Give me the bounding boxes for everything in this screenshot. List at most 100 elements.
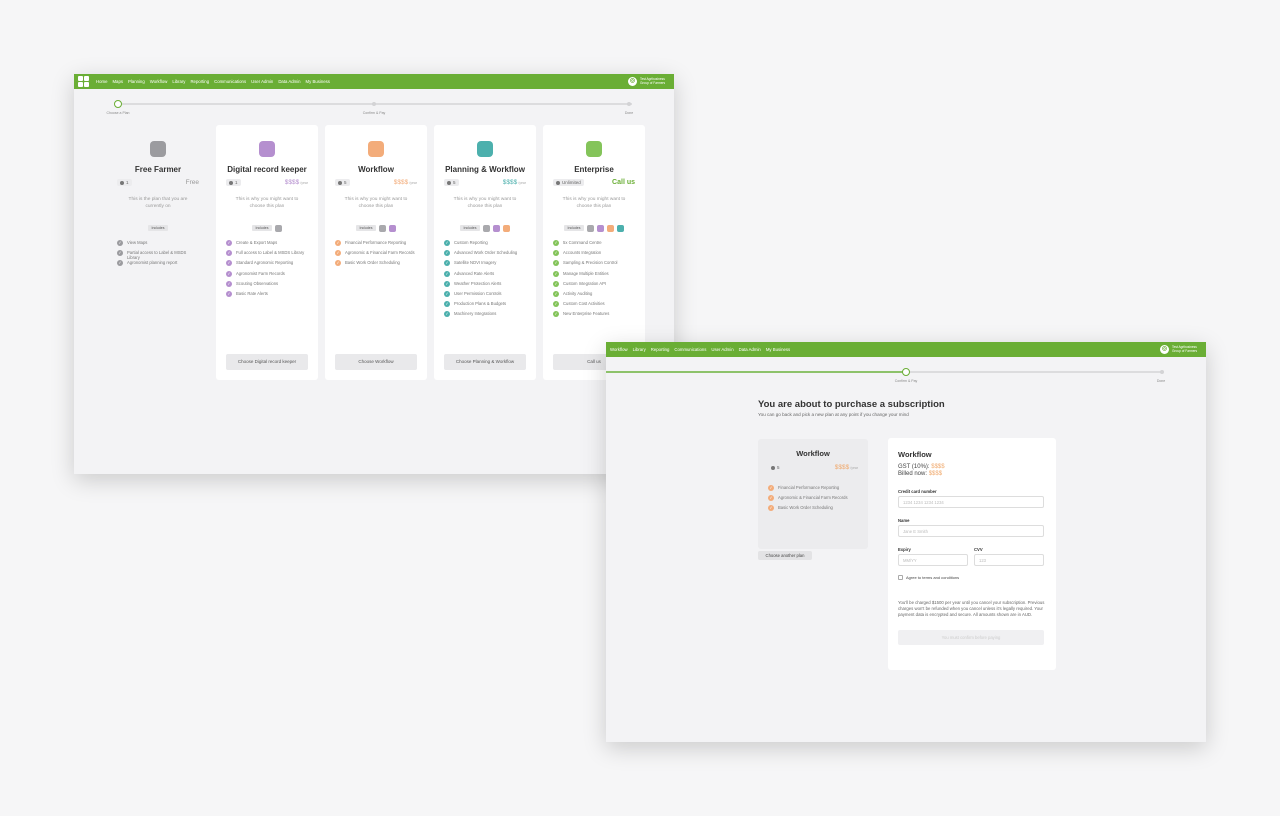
nav-link-communications[interactable]: Communications [674, 347, 706, 352]
feature-label: Basic Rate Alerts [236, 290, 268, 296]
feature-item: ✓ Custom Cost Activities [553, 301, 635, 311]
nav-link-user-admin[interactable]: User Admin [711, 347, 733, 352]
plan-price-period: /year [518, 181, 526, 185]
plan-icon [150, 141, 166, 157]
user-count: 5 [453, 180, 456, 185]
included-plan-icon [492, 224, 500, 232]
feature-label: Custom Reporting [454, 240, 488, 245]
plan-card: Free Farmer 1 Free This is the plan that yo… [107, 125, 209, 380]
plan-price-value: Call us [612, 179, 635, 186]
plan-price: Call us [612, 179, 635, 186]
check-icon: ✓ [444, 270, 450, 277]
check-icon: ✓ [768, 505, 774, 512]
expiry-col: Expiry MM/YY [898, 537, 968, 566]
summary-features: ✓ Financial Performance Reporting ✓ Agronom… [768, 485, 858, 516]
included-plan-icon [274, 224, 282, 232]
nav-link-reporting[interactable]: Reporting [190, 79, 209, 84]
check-icon: ✓ [226, 280, 232, 287]
gst-line: GST (10%): $$$$ [898, 464, 1046, 470]
check-icon: ✓ [226, 250, 232, 257]
nav-link-library[interactable]: Library [172, 79, 185, 84]
user-count-chip: 5 [768, 464, 783, 471]
user-count: 1 [235, 180, 238, 185]
includes-row: Includes [434, 224, 536, 232]
check-icon: ✓ [226, 270, 232, 277]
includes-row: Includes [543, 224, 645, 232]
nav-link-library[interactable]: Library [633, 347, 646, 352]
feature-label: Financial Performance Reporting [345, 240, 407, 245]
summary-plan-name: Workflow [796, 449, 830, 458]
terms-row[interactable]: Agree to terms and conditions [898, 575, 1046, 580]
feature-label: Advanced Work Order Scheduling [454, 250, 518, 256]
feature-item: ✓ View Maps [117, 240, 199, 250]
expiry-input[interactable]: MM/YY [898, 554, 968, 566]
nav-link-reporting[interactable]: Reporting [651, 347, 670, 352]
feature-label: Full access to Label & MSDS Library [236, 250, 305, 256]
nav-link-planning[interactable]: Planning [128, 79, 145, 84]
choose-plan-button[interactable]: Choose Planning & Workflow [444, 354, 526, 370]
cvv-input[interactable]: 123 [974, 554, 1044, 566]
check-icon: ✓ [553, 240, 559, 246]
plan-icon [259, 141, 275, 157]
feature-label: Production Plans & Budgets [454, 301, 507, 307]
plan-icon [368, 141, 384, 157]
plan-price: $$$$/year [285, 179, 308, 186]
step-label-3: Done [624, 111, 634, 115]
includes-label: Includes [356, 225, 376, 231]
feature-item: ✓ Accounts Integration [553, 250, 635, 260]
org-switcher-2[interactable]: ◎ Test Agribusiness Group of Farmers [1160, 345, 1202, 354]
nav-link-my-business[interactable]: My Business [306, 79, 330, 84]
feature-label: Accounts Integration [563, 250, 602, 256]
step-dot-2 [372, 102, 376, 106]
nav-link-data-admin[interactable]: Data Admin [278, 79, 300, 84]
pay-button[interactable]: You must confirm before paying [898, 630, 1044, 645]
check-icon: ✓ [444, 260, 450, 267]
nav-link-user-admin[interactable]: User Admin [251, 79, 273, 84]
user-count-chip: 1 [117, 179, 132, 186]
included-plan-icon [606, 224, 614, 232]
choose-plan-button[interactable]: Choose Workflow [335, 354, 417, 370]
choose-another-plan-button[interactable]: Choose another plan [758, 551, 812, 560]
check-icon: ✓ [117, 250, 123, 257]
credit-card-input[interactable]: 1234 1234 1234 1234 [898, 496, 1044, 508]
name-input[interactable]: Jane E Smith [898, 525, 1044, 537]
nav-link-workflow[interactable]: Workflow [610, 347, 628, 352]
feature-label: Financial Performance Reporting [778, 485, 840, 490]
org-avatar-icon: ◎ [628, 77, 637, 86]
nav-link-maps[interactable]: Maps [112, 79, 123, 84]
feature-label: Manage Multiple Entities [563, 270, 609, 276]
nav-link-communications[interactable]: Communications [214, 79, 246, 84]
feature-label: Advanced Rate Alerts [454, 270, 495, 276]
stepper-progress [606, 371, 906, 373]
checkout-subtitle: You can go back and pick a new plan at a… [758, 412, 909, 417]
feature-item: ✓ Agronomic & Financial Farm Records [768, 495, 858, 505]
feature-label: Partial access to Label & MSDS Library [127, 250, 187, 261]
plan-title: Workflow [358, 165, 394, 174]
plan-title: Enterprise [574, 165, 614, 174]
nav-link-workflow[interactable]: Workflow [150, 79, 168, 84]
feature-item: ✓ Activity Auditing [553, 290, 635, 301]
plan-reason: This is why you might want to choose thi… [344, 197, 408, 209]
nav-link-my-business[interactable]: My Business [766, 347, 790, 352]
choose-plan-button[interactable]: Choose Digital record keeper [226, 354, 308, 370]
app-logo-icon[interactable] [78, 76, 89, 87]
included-plan-icon [586, 224, 594, 232]
includes-row: Includes [216, 224, 318, 232]
org-switcher[interactable]: ◎ Test Agribusiness Group of Farmers [628, 77, 670, 86]
feature-label: Sampling & Precision Control [563, 260, 618, 266]
feature-item: ✓ Scouting Observations [226, 280, 308, 291]
plan-meta: 5 $$$$/year [444, 179, 526, 186]
feature-label: Agronomic & Financial Farm Records [345, 250, 415, 256]
feature-item: ✓ Custom Integration API [553, 280, 635, 291]
user-icon [120, 180, 124, 185]
user-count-chip: 5 [444, 179, 459, 186]
plan-reason: This is why you might want to choose thi… [235, 197, 299, 209]
feature-label: Custom Integration API [563, 280, 607, 286]
feature-item: ✓ Basic Work Order Scheduling [335, 260, 417, 270]
nav-link-home[interactable]: Home [96, 79, 107, 84]
feature-label: Satellite NDVI Imagery [454, 260, 497, 266]
nav-link-data-admin[interactable]: Data Admin [739, 347, 761, 352]
feature-label: Agronomist Farm Records [236, 270, 285, 276]
terms-checkbox[interactable] [898, 575, 903, 580]
feature-item: ✓ Manage Multiple Entities [553, 270, 635, 281]
